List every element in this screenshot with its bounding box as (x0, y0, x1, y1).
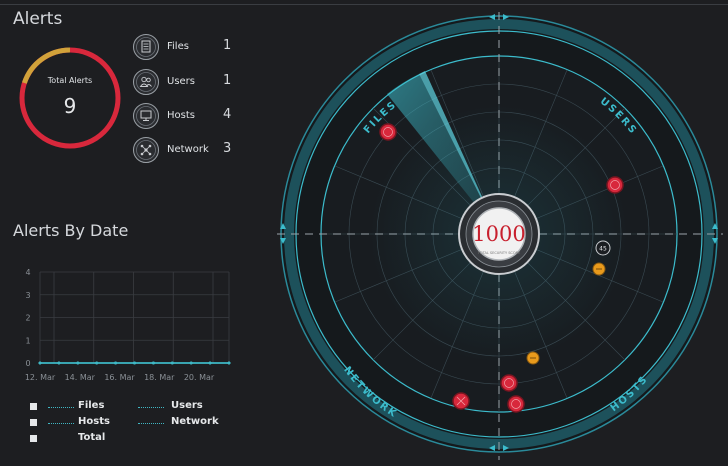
category-label: Hosts (167, 110, 195, 121)
users-icon (133, 69, 159, 95)
category-count: 1 (223, 73, 232, 88)
y-tick-label: 3 (25, 291, 30, 300)
x-tick-label: 14. Mar (65, 373, 96, 382)
x-axis-ticks: 12. Mar 14. Mar 16. Mar 18. Mar 20. Mar (25, 373, 215, 382)
series-point (114, 361, 117, 365)
alert-count-label: 45 (599, 246, 607, 253)
legend-swatch (30, 435, 37, 442)
legend-line (48, 407, 74, 409)
legend-line (138, 407, 164, 409)
page-title: Alerts (13, 9, 63, 29)
category-count: 3 (223, 141, 232, 156)
legend-line (138, 423, 164, 425)
series-point (95, 361, 99, 365)
series-point (38, 361, 42, 365)
series-point (57, 361, 61, 365)
total-alerts-ring[interactable]: Total Alerts 9 (18, 46, 122, 150)
legend-label: Total (78, 432, 106, 443)
legend-label: Users (171, 400, 203, 411)
legend-label: Network (171, 416, 219, 427)
chart-series (38, 361, 231, 365)
alert-marker-count[interactable]: 45 (595, 240, 611, 256)
alert-marker-warning-hosts[interactable] (592, 262, 606, 276)
series-point (170, 361, 174, 365)
category-network[interactable]: Network 3 (132, 136, 242, 166)
alert-marker-hosts[interactable] (507, 395, 525, 413)
y-tick-label: 1 (25, 336, 30, 345)
series-point (208, 361, 212, 365)
total-alerts-value: 9 (63, 94, 77, 118)
category-label: Users (167, 76, 196, 87)
category-hosts[interactable]: Hosts 4 (132, 102, 242, 132)
category-count: 1 (223, 38, 232, 53)
alert-marker-hosts[interactable] (500, 374, 518, 392)
x-tick-label: 20. Mar (184, 373, 215, 382)
security-score-caption: TOTAL SECURITY SCORE (477, 251, 521, 255)
category-label: Files (167, 41, 189, 52)
security-score-value: 1000 (472, 222, 525, 246)
alert-marker-users[interactable] (606, 176, 624, 194)
category-users[interactable]: Users 1 (132, 68, 242, 98)
series-point (227, 361, 231, 365)
x-tick-label: 12. Mar (25, 373, 56, 382)
alert-marker-files[interactable] (379, 123, 397, 141)
legend-label: Files (78, 400, 105, 411)
security-radar[interactable]: FILES USERS NETWORK HOSTS 1000 TOTAL SEC… (275, 8, 725, 464)
category-files[interactable]: Files 1 (132, 33, 242, 63)
category-label: Network (167, 144, 209, 155)
series-point (133, 361, 136, 365)
legend-line (48, 423, 74, 425)
series-point (152, 361, 155, 365)
network-icon (133, 137, 159, 163)
legend-swatch (30, 419, 37, 426)
legend-label: Hosts (78, 416, 110, 427)
monitor-icon (133, 103, 159, 129)
series-point (76, 361, 80, 365)
y-tick-label: 2 (25, 314, 30, 323)
y-axis-ticks: 0 1 2 3 4 (25, 268, 30, 368)
legend-swatch (30, 403, 37, 410)
chart-grid (39, 271, 230, 364)
y-tick-label: 0 (25, 359, 30, 368)
alerts-by-date-chart[interactable]: 0 1 2 3 4 12. Mar 14. Mar 16. Mar 18. Mar 20. Ma… (14, 262, 234, 387)
series-point (189, 361, 193, 365)
y-tick-label: 4 (25, 268, 30, 277)
alert-marker-warning-hosts[interactable] (526, 351, 540, 365)
security-score-badge[interactable]: 1000 TOTAL SECURITY SCORE (458, 193, 540, 275)
total-alerts-label: Total Alerts (47, 76, 93, 85)
alert-marker-network[interactable] (452, 392, 470, 410)
file-icon (133, 34, 159, 60)
top-divider (0, 4, 728, 5)
alerts-by-date-title: Alerts By Date (13, 221, 129, 240)
chart-legend: Files Users Hosts Network Total (30, 398, 230, 448)
x-tick-label: 16. Mar (104, 373, 135, 382)
category-count: 4 (223, 107, 232, 122)
x-tick-label: 18. Mar (144, 373, 175, 382)
